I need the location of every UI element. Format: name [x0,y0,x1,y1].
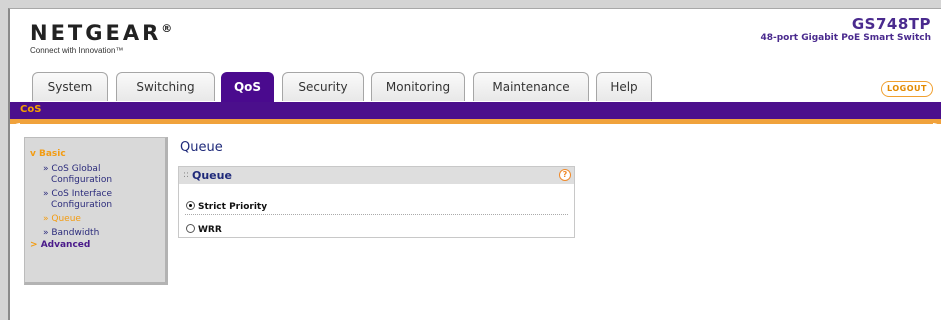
brand-tagline: Connect with Innovation™ [30,46,124,55]
page-title: Queue [180,140,223,155]
product-info: GS748TP 48-port Gigabit PoE Smart Switch [760,15,931,44]
drag-handle-icon: :: [183,170,190,180]
nav-section-advanced[interactable]: > Advanced [25,239,165,252]
subnav-item-cos[interactable]: CoS [20,104,41,115]
nav-section-basic[interactable]: v Basic [25,148,165,161]
tab-maintenance[interactable]: Maintenance [473,72,589,101]
option-label: WRR [198,225,222,235]
chevron-right-icon: > [30,240,41,250]
nav-item-label: » CoS Interface [43,189,113,199]
netgear-logo: NETGEAR® Connect with Innovation™ [30,21,173,55]
nav-item-label-cont: Configuration [51,175,113,185]
tab-monitoring[interactable]: Monitoring [371,72,465,101]
left-navigation: v Basic » CoS Global Configuration » CoS… [24,137,168,285]
panel-header: :: Queue ? [179,167,574,184]
nav-item-bandwidth[interactable]: » Bandwidth [25,228,165,239]
tab-security[interactable]: Security [282,72,364,101]
divider [185,214,568,215]
queue-panel: :: Queue ? Strict Priority WRR [178,166,575,238]
nav-item-queue[interactable]: » Queue [25,214,165,225]
panel-title: Queue [192,169,232,182]
radio-strict-priority[interactable] [186,201,195,210]
nav-section-advanced-label: Advanced [40,240,91,250]
help-icon[interactable]: ? [559,169,571,181]
nav-item-cos-global-configuration[interactable]: » CoS Global Configuration [25,164,165,186]
tab-system[interactable]: System [32,72,108,101]
option-label: Strict Priority [198,202,268,212]
sub-navigation-bar: CoS [10,102,941,119]
option-strict-priority[interactable]: Strict Priority [186,201,267,212]
app-frame: NETGEAR® Connect with Innovation™ GS748T… [8,8,941,320]
tab-help[interactable]: Help [596,72,652,101]
product-model: GS748TP [851,15,931,33]
chevron-down-icon: v [30,149,39,159]
tab-switching[interactable]: Switching [116,72,215,101]
option-wrr[interactable]: WRR [186,224,222,235]
radio-wrr[interactable] [186,224,195,233]
nav-section-basic-label: Basic [39,149,66,159]
product-description: 48-port Gigabit PoE Smart Switch [760,33,931,43]
nav-item-label: » CoS Global [43,164,101,174]
brand-wordmark: NETGEAR [30,21,162,45]
nav-item-label-cont: Configuration [51,200,113,210]
tab-qos[interactable]: QoS [221,72,274,103]
header: NETGEAR® Connect with Innovation™ GS748T… [10,9,941,103]
logout-button[interactable]: LOGOUT [881,81,933,97]
nav-item-cos-interface-configuration[interactable]: » CoS Interface Configuration [25,189,165,211]
orange-divider [10,119,941,133]
